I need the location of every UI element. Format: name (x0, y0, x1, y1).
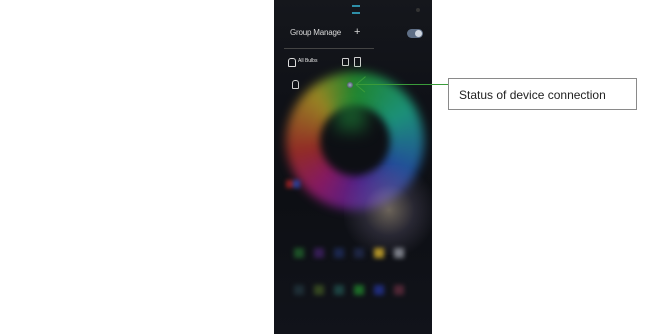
color-swatch[interactable] (354, 285, 364, 295)
light-glow (344, 165, 432, 255)
callout-line (380, 84, 450, 85)
link-icon[interactable] (342, 58, 349, 66)
app-header: Group Manage + (274, 24, 432, 44)
device-name: All Bulbs (298, 58, 318, 64)
device-row[interactable]: All Bulbs (274, 56, 432, 70)
color-swatch[interactable] (294, 248, 304, 258)
color-swatch[interactable] (354, 248, 364, 258)
color-swatch[interactable] (394, 285, 404, 295)
color-swatch[interactable] (314, 248, 324, 258)
color-swatch[interactable] (374, 285, 384, 295)
light-bulb-icon[interactable] (292, 80, 299, 89)
selected-color-indicator (336, 99, 366, 131)
color-swatch[interactable] (394, 248, 404, 258)
bulb-icon (288, 58, 296, 67)
color-swatch[interactable] (374, 248, 384, 258)
header-divider (284, 48, 374, 49)
color-swatch[interactable] (294, 285, 304, 295)
power-toggle[interactable] (407, 29, 423, 38)
callout-arrow-shaft (356, 84, 380, 85)
color-slider[interactable] (286, 180, 300, 188)
lock-icon[interactable] (354, 57, 361, 67)
color-swatch[interactable] (334, 248, 344, 258)
menu-icon[interactable] (352, 5, 360, 14)
phone-screen: Group Manage + All Bulbs (274, 0, 432, 334)
color-swatch[interactable] (314, 285, 324, 295)
add-group-icon[interactable]: + (354, 25, 360, 39)
page-title: Group Manage (290, 28, 341, 37)
callout-box: Status of device connection (448, 78, 637, 110)
status-dot (416, 8, 420, 12)
color-swatch[interactable] (334, 285, 344, 295)
callout-label: Status of device connection (459, 88, 606, 102)
connection-status-icon (347, 82, 353, 88)
